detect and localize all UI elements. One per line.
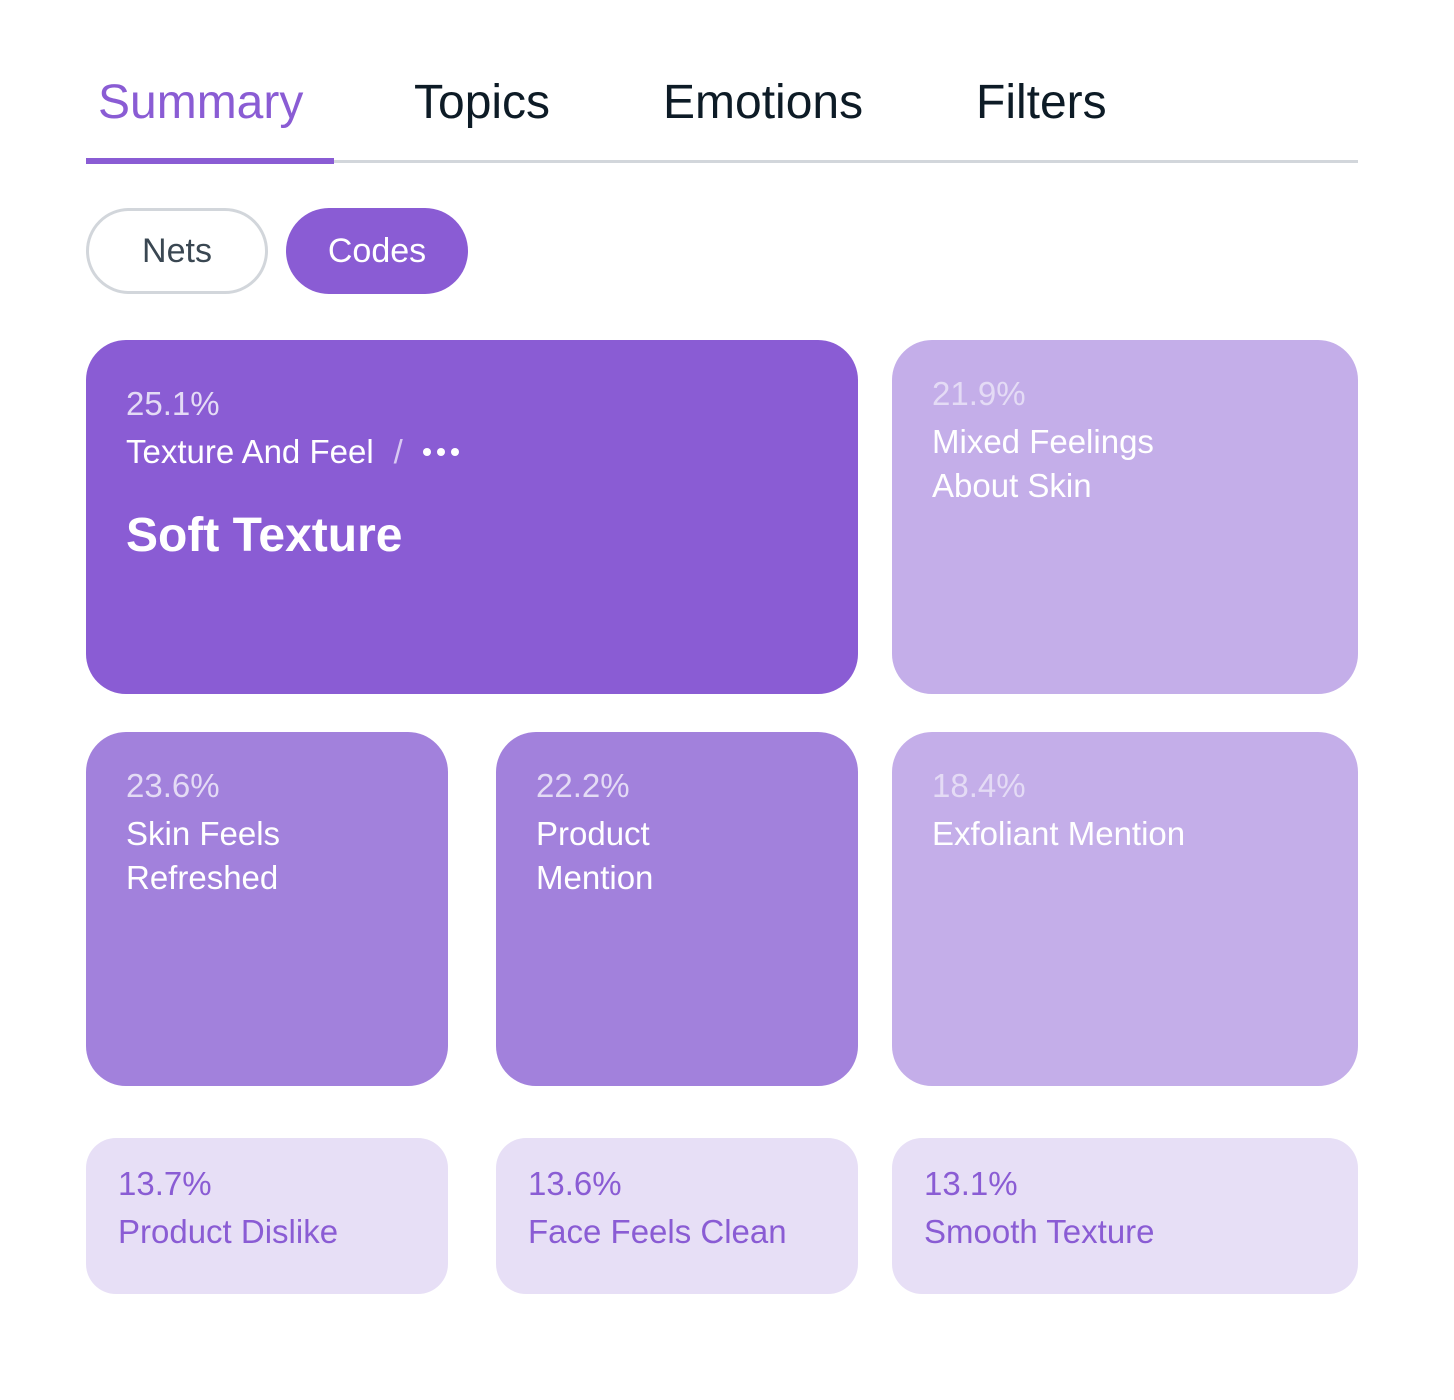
ellipsis-icon[interactable] bbox=[422, 430, 459, 474]
tile-percent: 25.1% bbox=[126, 385, 220, 422]
tile-percent: 21.9% bbox=[932, 375, 1026, 412]
tile-title: Soft Texture bbox=[126, 509, 403, 562]
tile-label: Mixed Feelings About Skin bbox=[932, 423, 1154, 504]
tab-bar: Summary Topics Emotions Filters bbox=[86, 70, 1358, 164]
nets-toggle-button[interactable]: Nets bbox=[86, 208, 268, 294]
tile-percent: 22.2% bbox=[536, 767, 630, 804]
codes-toggle-button[interactable]: Codes bbox=[286, 208, 468, 294]
tile-label: Product Mention bbox=[536, 815, 654, 896]
tile-face-feels-clean[interactable]: 13.6% Face Feels Clean bbox=[496, 1138, 858, 1294]
breadcrumb-parent[interactable]: Texture And Feel bbox=[126, 430, 374, 474]
tab-summary[interactable]: Summary bbox=[98, 70, 303, 136]
breadcrumb-separator: / bbox=[393, 433, 403, 470]
tile-percent: 23.6% bbox=[126, 767, 220, 804]
tile-percent: 18.4% bbox=[932, 767, 1026, 804]
tile-exfoliant-mention[interactable]: 18.4% Exfoliant Mention bbox=[892, 732, 1358, 1086]
tile-percent: 13.1% bbox=[924, 1165, 1018, 1202]
tile-label: Skin Feels Refreshed bbox=[126, 815, 281, 896]
tile-soft-texture[interactable]: 25.1% Texture And Feel / Soft Texture bbox=[86, 340, 858, 694]
tile-label: Face Feels Clean bbox=[528, 1213, 787, 1250]
tab-emotions[interactable]: Emotions bbox=[663, 70, 863, 136]
tile-label: Exfoliant Mention bbox=[932, 815, 1186, 852]
tile-label: Product Dislike bbox=[118, 1213, 339, 1250]
tile-product-mention[interactable]: 22.2% Product Mention bbox=[496, 732, 858, 1086]
tab-topics[interactable]: Topics bbox=[414, 70, 550, 136]
breadcrumb: Texture And Feel / bbox=[126, 430, 459, 474]
tile-smooth-texture[interactable]: 13.1% Smooth Texture bbox=[892, 1138, 1358, 1294]
tab-filters[interactable]: Filters bbox=[976, 70, 1107, 136]
tile-percent: 13.7% bbox=[118, 1165, 212, 1202]
tile-product-dislike[interactable]: 13.7% Product Dislike bbox=[86, 1138, 448, 1294]
tile-percent: 13.6% bbox=[528, 1165, 622, 1202]
active-tab-indicator bbox=[86, 158, 334, 164]
tile-mixed-feelings-about-skin[interactable]: 21.9% Mixed Feelings About Skin bbox=[892, 340, 1358, 694]
tile-label: Smooth Texture bbox=[924, 1213, 1155, 1250]
tile-skin-feels-refreshed[interactable]: 23.6% Skin Feels Refreshed bbox=[86, 732, 448, 1086]
